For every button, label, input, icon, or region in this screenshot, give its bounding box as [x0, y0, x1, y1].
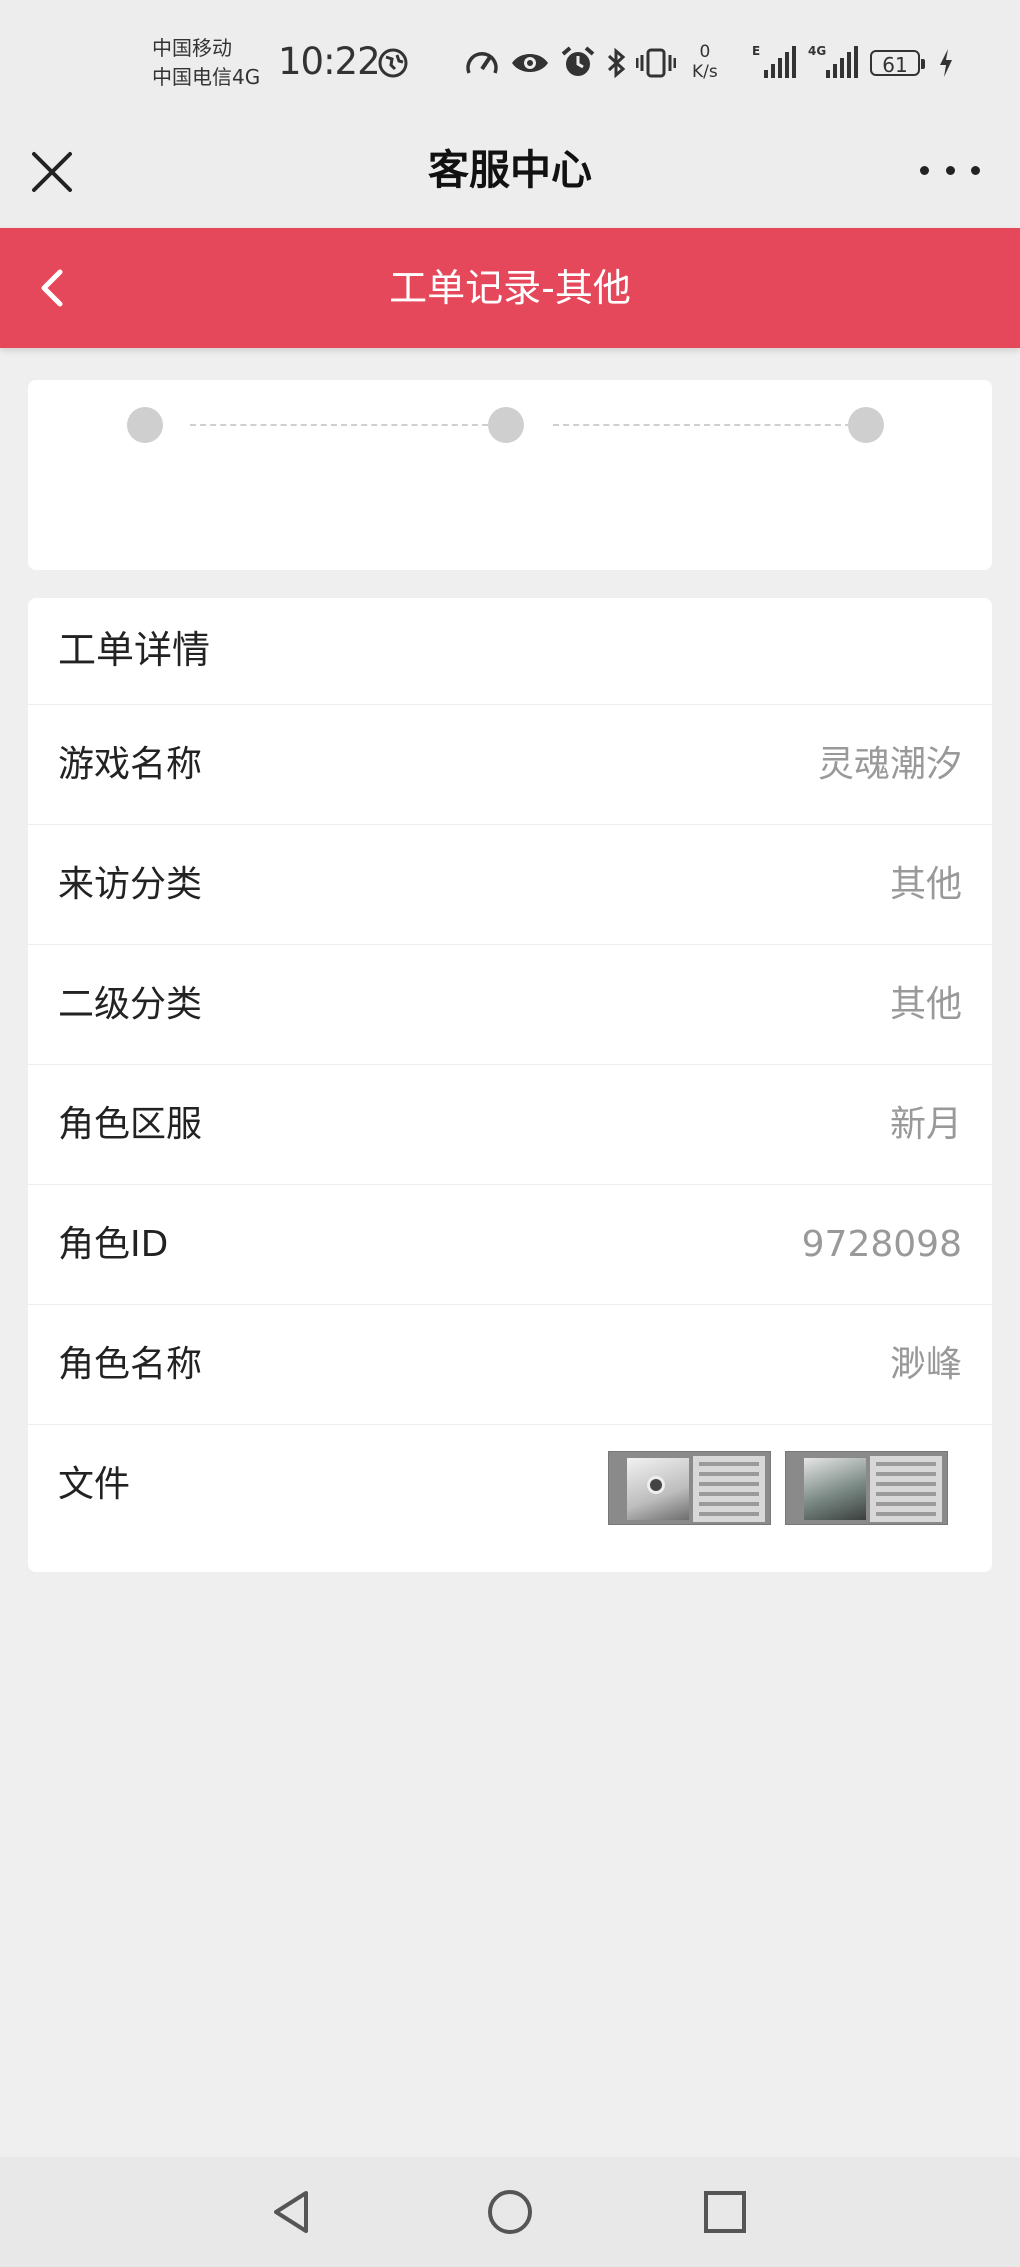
file-thumbnails — [608, 1451, 948, 1525]
carrier-2: 中国电信4G — [152, 65, 261, 89]
row-value: 其他 — [889, 984, 962, 1025]
thumbnail-panel — [870, 1456, 942, 1522]
network-speed: 0 K/s — [692, 42, 718, 82]
row-label: 文件 — [58, 1464, 131, 1505]
system-home-button[interactable] — [485, 2187, 535, 2237]
row-label: 游戏名称 — [58, 744, 203, 785]
charging-icon — [936, 46, 956, 80]
signal-1-tag: E — [752, 44, 761, 58]
detail-row-role-id: 角色ID 9728098 — [28, 1185, 992, 1305]
globe-icon — [376, 46, 410, 80]
signal-2-icon: 4G — [808, 44, 858, 78]
system-nav-bar — [0, 2157, 1020, 2267]
step-dot-2 — [488, 407, 524, 443]
system-recents-button[interactable] — [700, 2187, 750, 2237]
detail-row-game-name: 游戏名称 灵魂潮汐 — [28, 705, 992, 825]
step-connector-2 — [553, 424, 851, 426]
vibrate-icon — [636, 46, 676, 80]
more-button[interactable] — [920, 150, 980, 190]
row-label: 角色名称 — [58, 1344, 203, 1385]
detail-row-visit-category: 来访分类 其他 — [28, 825, 992, 945]
nav-title: 工单记录-其他 — [389, 266, 631, 310]
speedometer-icon — [464, 46, 500, 80]
system-back-button[interactable] — [266, 2187, 316, 2237]
carrier-1: 中国移动 — [152, 36, 232, 60]
thumbnail-panel — [693, 1456, 765, 1522]
speed-value: 0 — [699, 42, 711, 62]
ticket-detail-card: 工单详情 游戏名称 灵魂潮汐 来访分类 其他 二级分类 其他 角色区服 新月 角… — [28, 598, 992, 1572]
thumbnail-card-art — [804, 1458, 866, 1520]
battery-indicator: 61 — [870, 50, 925, 77]
app-header: 客服中心 — [0, 128, 1020, 228]
row-value: 渺峰 — [889, 1344, 962, 1385]
row-value: 其他 — [889, 864, 962, 905]
more-icon-dot — [971, 165, 980, 175]
circle-home-icon — [488, 2190, 532, 2234]
detail-row-files: 文件 — [28, 1425, 992, 1544]
eye-icon — [510, 46, 550, 80]
status-bar: 中国移动 中国电信4G 10:22 0 K/s E 4G 61 — [0, 0, 1020, 128]
row-value: 灵魂潮汐 — [817, 744, 962, 785]
more-icon-dot — [920, 165, 929, 175]
progress-card — [28, 380, 992, 570]
row-value: 新月 — [889, 1104, 962, 1145]
emblem-icon — [647, 1476, 665, 1494]
detail-row-server: 角色区服 新月 — [28, 1065, 992, 1185]
step-dot-3 — [848, 407, 884, 443]
bluetooth-icon — [604, 46, 628, 80]
speed-unit: K/s — [692, 62, 718, 82]
carrier-info: 中国移动 中国电信4G — [152, 34, 260, 92]
card-title: 工单详情 — [28, 598, 992, 705]
signal-1-icon: E — [752, 44, 796, 78]
signal-2-tag: 4G — [808, 44, 827, 58]
page-title: 客服中心 — [428, 146, 592, 194]
row-label: 角色区服 — [58, 1104, 203, 1145]
file-thumbnail[interactable] — [608, 1451, 771, 1525]
status-time: 10:22 — [278, 40, 381, 83]
row-label: 来访分类 — [58, 864, 203, 905]
detail-row-role-name: 角色名称 渺峰 — [28, 1305, 992, 1425]
triangle-back-icon — [274, 2191, 308, 2233]
step-dot-1 — [127, 407, 163, 443]
more-icon-dot — [945, 165, 955, 175]
square-recents-icon — [704, 2191, 746, 2233]
alarm-icon — [560, 46, 596, 80]
file-thumbnail[interactable] — [785, 1451, 948, 1525]
row-label: 角色ID — [58, 1224, 169, 1265]
row-value: 9728098 — [801, 1224, 962, 1265]
row-label: 二级分类 — [58, 984, 203, 1025]
detail-row-sub-category: 二级分类 其他 — [28, 945, 992, 1065]
step-connector-1 — [190, 424, 488, 426]
nav-bar: 工单记录-其他 — [0, 228, 1020, 348]
